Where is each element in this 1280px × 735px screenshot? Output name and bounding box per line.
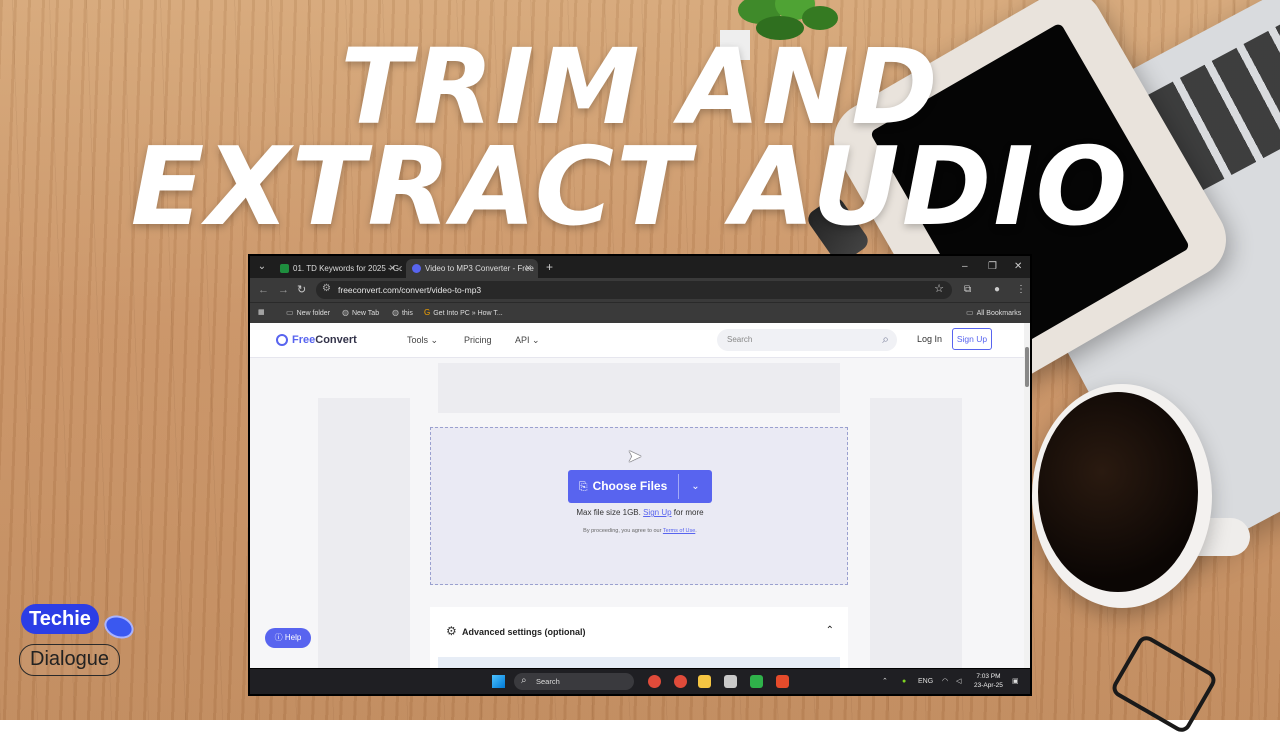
bookmark-get-into-pc[interactable]: G Get Into PC » How T... (424, 307, 503, 320)
advanced-settings-panel[interactable]: ⚙ Advanced settings (optional) ⌃ (430, 607, 848, 668)
address-bar[interactable]: ⚙ freeconvert.com/convert/video-to-mp3 ☆ (316, 281, 952, 299)
minimize-icon[interactable]: – (962, 261, 968, 273)
bookmark-new-folder[interactable]: ▭ New folder (286, 307, 330, 320)
max-file-size-note: Max file size 1GB. Sign Up for more (576, 508, 704, 517)
network-icon[interactable]: ◠ (942, 676, 948, 687)
coffee-cup-decoration (1032, 384, 1212, 608)
choose-files-button[interactable]: ⎘ Choose Files (568, 470, 678, 503)
extensions-icon[interactable]: ⧉ (964, 283, 971, 297)
close-tab-icon[interactable]: ✕ (388, 259, 396, 278)
site-info-icon[interactable]: ⚙ (322, 283, 331, 294)
chrome-icon[interactable] (648, 675, 661, 688)
windows-start-icon[interactable] (492, 675, 505, 688)
source-dropdown-button[interactable]: ⌄ (679, 470, 712, 503)
site-search-input[interactable]: Search ⌕ (717, 329, 897, 351)
bookmark-new-tab[interactable]: ◍ New Tab (342, 307, 379, 320)
new-tab-button[interactable]: + (546, 260, 553, 274)
bookmark-star-icon[interactable]: ☆ (934, 282, 944, 295)
file-add-icon: ⎘ (578, 481, 588, 493)
choose-files-button-group: ⎘ Choose Files ⌄ (568, 470, 712, 503)
freeconvert-logo[interactable]: FreeConvert (276, 332, 357, 348)
menu-icon[interactable]: ⋮ (1016, 283, 1026, 297)
volume-icon[interactable]: ◁ (956, 676, 961, 687)
signup-button[interactable]: Sign Up (952, 328, 992, 350)
folder-icon: ▭ (286, 308, 294, 317)
login-link[interactable]: Log In (917, 334, 942, 344)
webpage: FreeConvert Tools ⌄ Pricing API ⌄ Search… (250, 323, 1024, 668)
taskbar-search[interactable]: ⌕ Search (514, 673, 634, 690)
close-window-icon[interactable]: ✕ (1014, 261, 1022, 273)
file-explorer-icon[interactable] (698, 675, 711, 688)
ad-placeholder-top (438, 363, 840, 413)
recorder-icon[interactable] (776, 675, 789, 688)
site-header: FreeConvert Tools ⌄ Pricing API ⌄ Search… (250, 323, 1024, 358)
folder-icon: ▭ (966, 308, 974, 317)
signup-link[interactable]: Sign Up (643, 508, 671, 517)
camtasia-icon[interactable] (750, 675, 763, 688)
gear-icon: ⚙ (446, 624, 457, 638)
back-icon[interactable]: ← (258, 283, 269, 297)
g-icon: G (424, 308, 431, 317)
tab-label: Video to MP3 Converter - Free (425, 264, 534, 273)
screenshot-frame: ⌄ 01. TD Keywords for 2025 - Go ✕ Video … (248, 254, 1032, 696)
taskbar-clock[interactable]: 7:03 PM 23-Apr-25 (974, 672, 1003, 690)
sheets-icon (280, 264, 289, 274)
search-icon[interactable]: ⌕ (882, 332, 889, 347)
title-line-2: EXTRACT AUDIO (130, 125, 1130, 250)
forward-icon[interactable]: → (278, 283, 289, 297)
brand-dialogue: Dialogue (19, 644, 120, 676)
freeconvert-icon (412, 264, 421, 274)
bookmarks-bar: ▦ ▭ New folder ◍ New Tab ◍ this G Get Into P… (250, 302, 1030, 323)
tray-app-icon[interactable]: ● (902, 676, 906, 687)
brand-techie: Techie (21, 604, 99, 634)
terms-link[interactable]: Terms of Use (663, 528, 695, 534)
nav-tools[interactable]: Tools ⌄ (407, 334, 438, 346)
close-tab-icon[interactable]: ✕ (524, 259, 532, 278)
tab-keywords[interactable]: 01. TD Keywords for 2025 - Go ✕ (274, 259, 402, 278)
reload-icon[interactable]: ↻ (297, 283, 306, 297)
terms-note: By proceeding, you agree to our Terms of… (583, 528, 697, 534)
nav-api[interactable]: API ⌄ (515, 334, 540, 346)
bookmark-this[interactable]: ◍ this (392, 307, 413, 320)
notification-icon[interactable]: ▣ (1012, 676, 1019, 687)
restore-icon[interactable]: ❐ (988, 261, 997, 273)
file-drop-zone[interactable]: ⎘ Choose Files ⌄ Max file size 1GB. Sign … (430, 427, 848, 585)
profile-icon[interactable]: ● (994, 283, 1000, 297)
tab-converter[interactable]: Video to MP3 Converter - Free ✕ (406, 259, 538, 278)
all-bookmarks[interactable]: ▭ All Bookmarks (966, 307, 1021, 320)
nav-pricing[interactable]: Pricing (464, 334, 492, 346)
page-scrollbar[interactable] (1024, 323, 1030, 668)
browser-nav-bar: ← → ↻ ⚙ freeconvert.com/convert/video-to… (250, 278, 1030, 302)
ad-placeholder-right (870, 398, 962, 668)
apps-icon[interactable]: ▦ (258, 307, 265, 319)
windows-taskbar: ⌕ Search ⌃ ● ENG ◠ ◁ 7:03 PM 23-Apr-25 ▣ (250, 669, 1030, 694)
chevron-up-icon[interactable]: ⌃ (882, 676, 888, 687)
globe-icon: ◍ (342, 308, 349, 317)
tab-label: 01. TD Keywords for 2025 - Go (293, 264, 402, 273)
search-placeholder: Search (727, 335, 753, 344)
chrome-icon[interactable] (674, 675, 687, 688)
chevron-down-icon: ⌄ (691, 481, 700, 492)
tab-search-icon[interactable]: ⌄ (256, 261, 268, 273)
language-indicator[interactable]: ENG (918, 676, 933, 687)
browser-tab-bar: ⌄ 01. TD Keywords for 2025 - Go ✕ Video … (250, 256, 1030, 278)
media-player-icon[interactable] (724, 675, 737, 688)
mouse-pointer-icon: ➤ (627, 446, 643, 466)
globe-icon: ◍ (392, 308, 399, 317)
advanced-settings-label: Advanced settings (optional) (462, 627, 586, 637)
help-button[interactable]: ⓘ Help (265, 628, 311, 648)
url-text: freeconvert.com/convert/video-to-mp3 (338, 285, 482, 295)
ad-placeholder-left (318, 398, 410, 668)
chevron-up-icon[interactable]: ⌃ (826, 625, 834, 636)
search-icon: ⌕ (521, 675, 527, 686)
logo-icon (276, 334, 288, 347)
